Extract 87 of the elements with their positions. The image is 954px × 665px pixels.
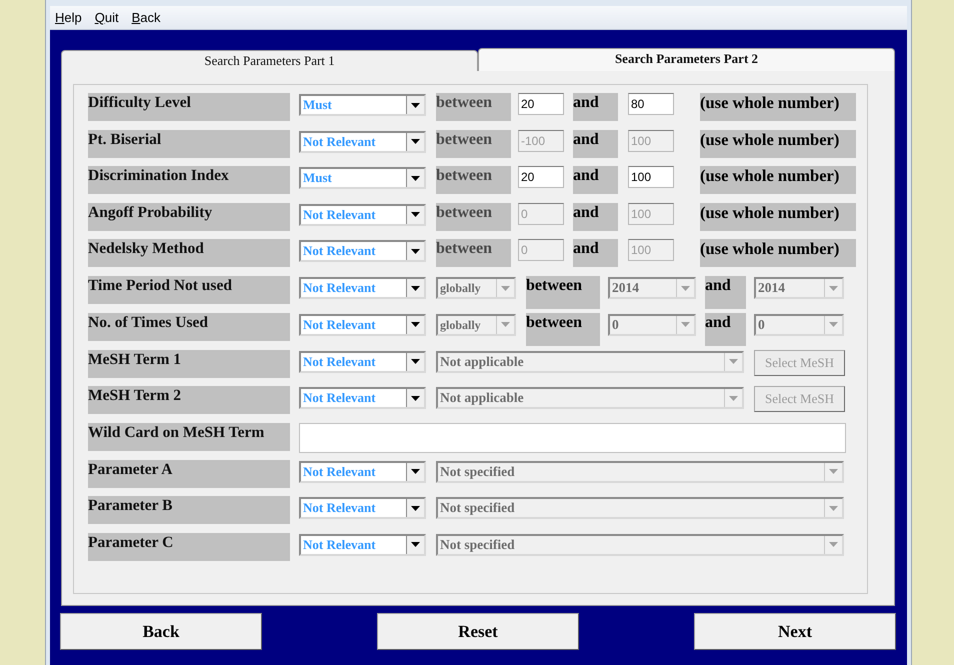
- range-label: between: [436, 130, 511, 158]
- field-label: MeSH Term 2: [88, 386, 290, 414]
- hint-label: (use whole number): [700, 166, 856, 194]
- caret-icon: [829, 322, 838, 327]
- range-label: and: [573, 93, 618, 121]
- caret-icon: [411, 506, 420, 510]
- field-label: Pt. Biserial: [88, 130, 290, 158]
- field-label: Parameter B: [88, 496, 290, 524]
- caret-icon: [411, 102, 420, 108]
- field-label: Wild Card on MeSH Term: [88, 422, 290, 450]
- range-label: and: [573, 130, 618, 158]
- nav-button[interactable]: Next: [694, 613, 896, 650]
- nav-button[interactable]: Back: [60, 613, 262, 650]
- range-label: and: [573, 239, 618, 267]
- mode-dropdown[interactable]: Must: [299, 167, 426, 189]
- max-field[interactable]: 100: [628, 166, 674, 188]
- caret-icon: [411, 396, 420, 400]
- mode-dropdown[interactable]: Not Relevant: [299, 277, 426, 299]
- caret-icon: [681, 322, 690, 327]
- field-label: Discrimination Index: [88, 166, 290, 194]
- value-dropdown[interactable]: Not specified: [436, 534, 844, 556]
- caret-icon: [501, 322, 510, 327]
- range-label: between: [526, 312, 600, 346]
- hint-label: (use whole number): [700, 93, 856, 121]
- min-field[interactable]: 20: [518, 166, 564, 188]
- to-dropdown[interactable]: 0: [754, 314, 844, 336]
- field-label: Difficulty Level: [88, 93, 290, 121]
- value-dropdown[interactable]: Not specified: [436, 497, 844, 519]
- field-label: Time Period Not used: [88, 276, 290, 304]
- field-label: MeSH Term 1: [88, 350, 290, 378]
- field-label: Parameter C: [88, 532, 290, 560]
- range-label: and: [573, 166, 618, 194]
- range-label: and: [705, 276, 746, 309]
- text-field[interactable]: [299, 422, 846, 452]
- mode-dropdown[interactable]: Not Relevant: [299, 314, 426, 336]
- caret-icon: [829, 542, 838, 547]
- field-label: Angoff Probability: [88, 202, 290, 230]
- hint-label: (use whole number): [700, 130, 856, 158]
- caret-icon: [681, 286, 690, 290]
- caret-icon: [411, 469, 420, 474]
- field-label: No. of Times Used: [88, 312, 290, 340]
- caret-icon: [411, 359, 420, 364]
- field-label: Nedelsky Method: [88, 239, 290, 267]
- mode-dropdown[interactable]: Must: [299, 94, 426, 116]
- caret-icon: [411, 248, 420, 254]
- caret-icon: [829, 286, 838, 290]
- menu-item[interactable]: Help: [55, 10, 82, 25]
- range-label: between: [436, 239, 511, 267]
- nav-button[interactable]: Reset: [377, 613, 579, 650]
- mode-dropdown[interactable]: Not Relevant: [299, 130, 426, 152]
- range-label: between: [436, 166, 511, 194]
- range-label: between: [526, 276, 600, 309]
- mode-dropdown[interactable]: Not Relevant: [299, 240, 426, 262]
- caret-icon: [729, 396, 738, 400]
- field-label: Parameter A: [88, 460, 290, 488]
- range-label: between: [436, 93, 511, 121]
- range-label: between: [436, 202, 511, 230]
- mode-dropdown[interactable]: Not Relevant: [299, 204, 426, 226]
- caret-icon: [501, 286, 510, 290]
- min-field[interactable]: 20: [518, 93, 564, 115]
- max-field[interactable]: 80: [628, 93, 674, 115]
- caret-icon: [411, 286, 420, 290]
- range-label: and: [573, 202, 618, 230]
- tab[interactable]: Search Parameters Part 2: [478, 48, 895, 71]
- scope-dropdown[interactable]: globally: [436, 277, 516, 299]
- value-dropdown[interactable]: Not specified: [436, 460, 844, 482]
- scope-dropdown[interactable]: globally: [436, 314, 516, 336]
- caret-icon: [411, 542, 420, 547]
- range-label: and: [705, 312, 746, 346]
- caret-icon: [829, 506, 838, 510]
- hint-label: (use whole number): [700, 202, 856, 230]
- mode-dropdown[interactable]: Not Relevant: [299, 534, 426, 556]
- from-dropdown[interactable]: 0: [608, 314, 696, 336]
- menu-item[interactable]: Quit: [94, 10, 119, 25]
- mode-dropdown[interactable]: Not Relevant: [299, 497, 426, 519]
- caret-icon: [411, 212, 420, 217]
- from-dropdown[interactable]: 2014: [608, 277, 696, 299]
- menu-item[interactable]: Back: [132, 10, 161, 25]
- hint-label: (use whole number): [700, 239, 856, 267]
- caret-icon: [829, 469, 838, 474]
- caret-icon: [411, 176, 420, 180]
- caret-icon: [729, 359, 738, 364]
- caret-icon: [411, 322, 420, 327]
- caret-icon: [411, 139, 420, 144]
- mode-dropdown[interactable]: Not Relevant: [299, 460, 426, 482]
- to-dropdown[interactable]: 2014: [754, 277, 844, 299]
- tab[interactable]: Search Parameters Part 1: [61, 50, 478, 71]
